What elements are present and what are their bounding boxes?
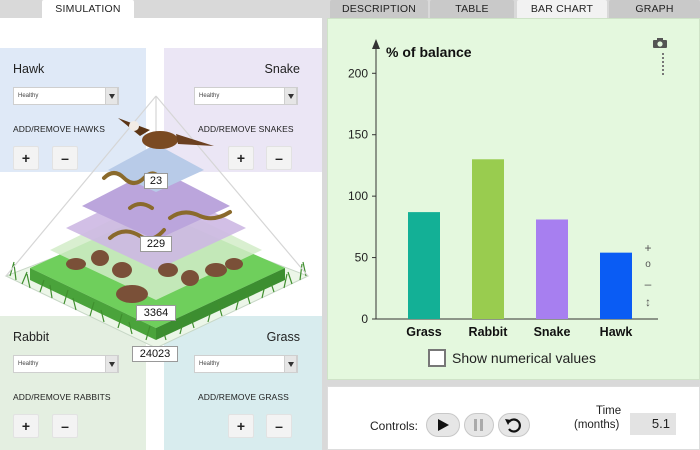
tab-graph[interactable]: GRAPH — [609, 0, 700, 18]
x-label-rabbit: Rabbit — [469, 325, 509, 339]
tab-bar-chart[interactable]: BAR CHART — [517, 0, 607, 18]
simulation-controls: Controls: Time (months) 5.1 — [327, 386, 700, 450]
reset-icon — [505, 418, 521, 433]
y-tick-label: 50 — [355, 251, 369, 265]
bar-hawk — [600, 252, 632, 319]
y-axis-label: % of balance — [386, 44, 472, 60]
tab-table[interactable]: TABLE — [430, 0, 514, 18]
play-icon — [438, 419, 449, 431]
bar-grass — [408, 212, 440, 319]
bar-rabbit — [472, 159, 504, 319]
hawk-count: 23 — [144, 173, 168, 189]
tab-simulation[interactable]: SIMULATION — [42, 0, 134, 18]
ecosystem-pyramid-illustration — [4, 95, 310, 349]
show-values-label: Show numerical values — [452, 350, 596, 366]
y-axis-arrow — [372, 39, 380, 49]
y-tick-label: 100 — [348, 189, 368, 203]
zoom-in-button[interactable]: + — [640, 241, 656, 255]
zoom-fit-button[interactable]: ↕ — [640, 295, 656, 309]
grass-count: 24023 — [132, 346, 178, 362]
y-tick-label: 0 — [361, 312, 368, 326]
bars — [408, 159, 632, 319]
bar-snake — [536, 219, 568, 319]
time-value: 5.1 — [630, 413, 676, 435]
hawk-figure — [118, 118, 214, 149]
snake-count: 229 — [140, 236, 172, 252]
chart-panel: % of balance 0 50 100 150 200 Grass Rabbit Sna… — [324, 18, 700, 450]
show-values-checkbox[interactable] — [428, 349, 446, 367]
controls-label: Controls: — [370, 419, 419, 433]
tab-description[interactable]: DESCRIPTION — [330, 0, 428, 18]
x-label-snake: Snake — [534, 325, 571, 339]
pause-icon — [474, 419, 483, 431]
pause-button[interactable] — [464, 413, 494, 437]
x-label-hawk: Hawk — [600, 325, 633, 339]
time-label-line1: Time — [596, 405, 622, 417]
y-ticks: 0 50 100 150 200 — [348, 66, 376, 326]
simulation-panel: Hawk Healthy ADD/REMOVE HAWKS + – Snake … — [0, 18, 322, 450]
bar-chart-container: % of balance 0 50 100 150 200 Grass Rabbit Sna… — [327, 18, 700, 380]
play-button[interactable] — [426, 413, 460, 437]
zoom-out-button[interactable]: – — [640, 277, 656, 291]
rabbit-count: 3364 — [136, 305, 176, 321]
time-label-line2: (months) — [574, 419, 620, 431]
x-labels: Grass Rabbit Snake Hawk — [406, 325, 632, 339]
reset-button[interactable] — [498, 413, 530, 437]
y-tick-label: 150 — [348, 128, 368, 142]
y-tick-label: 200 — [348, 66, 368, 80]
camera-icon[interactable] — [652, 37, 668, 49]
zoom-reset-button[interactable]: o — [640, 259, 656, 270]
chart-scroll-indicator — [662, 53, 664, 75]
bar-chart: % of balance 0 50 100 150 200 Grass Rabbit Sna… — [348, 39, 658, 339]
x-label-grass: Grass — [406, 325, 441, 339]
